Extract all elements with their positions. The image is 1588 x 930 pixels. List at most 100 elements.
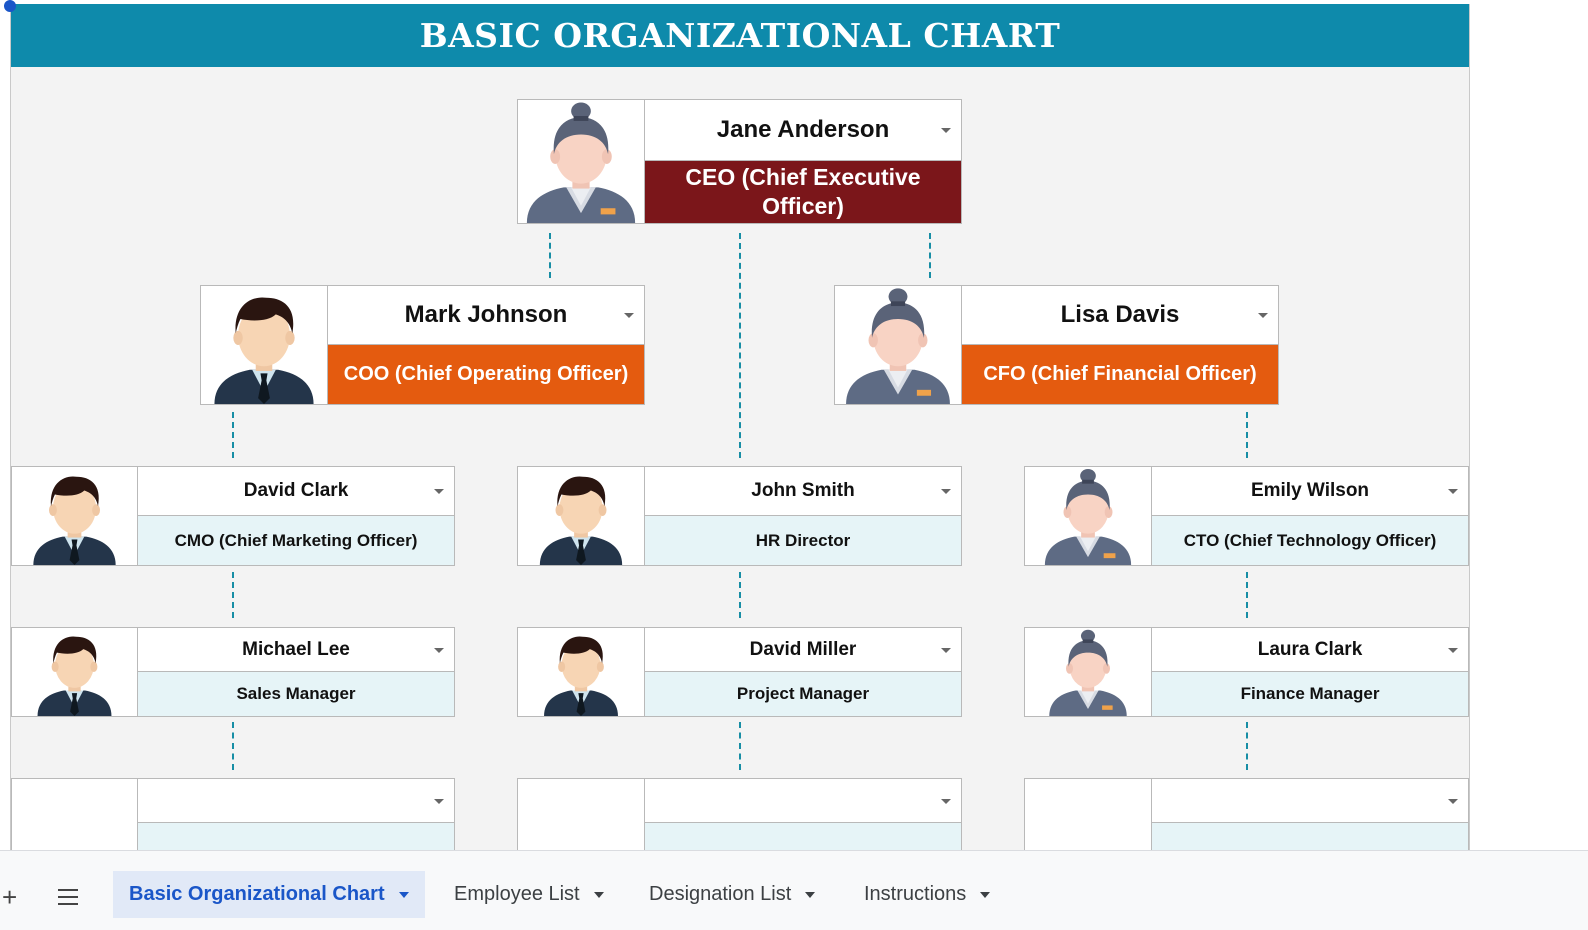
org-card-sales: Michael Lee Sales Manager xyxy=(11,627,455,717)
designation-text: Sales Manager xyxy=(236,684,356,703)
chevron-down-icon[interactable] xyxy=(434,798,444,804)
designation-text: Finance Manager xyxy=(1240,684,1380,703)
connector-line xyxy=(739,572,741,618)
chevron-down-icon[interactable] xyxy=(980,891,991,898)
org-card-empty xyxy=(1024,778,1469,850)
designation-cell: CFO (Chief Financial Officer) xyxy=(961,344,1279,405)
org-card-finance: Laura Clark Finance Manager xyxy=(1024,627,1469,717)
employee-name: David Miller xyxy=(749,638,857,660)
chevron-down-icon[interactable] xyxy=(434,489,444,494)
chevron-down-icon[interactable] xyxy=(1448,647,1458,653)
chevron-down-icon[interactable] xyxy=(398,891,409,898)
designation-cell: CMO (Chief Marketing Officer) xyxy=(137,515,455,566)
employee-name-dropdown[interactable]: Michael Lee xyxy=(137,627,455,672)
avatar-placeholder xyxy=(517,778,645,850)
org-card-cfo: Lisa Davis CFO (Chief Financial Officer) xyxy=(834,285,1279,405)
tab-employee-list[interactable]: Employee List xyxy=(438,871,620,918)
employee-name: David Clark xyxy=(243,480,349,501)
avatar-placeholder xyxy=(11,778,138,850)
designation-cell: COO (Chief Operating Officer) xyxy=(327,344,645,405)
sheet-tab-bar: + Basic Organizational Chart Employee Li… xyxy=(0,850,1588,930)
selection-handle[interactable] xyxy=(4,0,16,12)
tab-label: Basic Organizational Chart xyxy=(129,883,385,905)
chevron-down-icon[interactable] xyxy=(1448,489,1458,494)
employee-name: Emily Wilson xyxy=(1250,480,1370,501)
designation-text: CEO (Chief Executive Officer) xyxy=(685,164,921,219)
chevron-down-icon[interactable] xyxy=(434,647,444,653)
employee-name-dropdown[interactable]: Mark Johnson xyxy=(327,285,645,345)
chevron-down-icon[interactable] xyxy=(941,489,951,494)
employee-name-dropdown[interactable]: Emily Wilson xyxy=(1151,466,1469,516)
female-avatar-icon xyxy=(834,285,962,405)
employee-name-dropdown[interactable] xyxy=(1151,778,1469,823)
designation-cell xyxy=(137,822,455,850)
employee-name-dropdown[interactable]: David Miller xyxy=(644,627,962,672)
avatar-placeholder xyxy=(1024,778,1152,850)
designation-text: CMO (Chief Marketing Officer) xyxy=(174,530,418,550)
employee-name-dropdown[interactable]: David Clark xyxy=(137,466,455,516)
designation-text: COO (Chief Operating Officer) xyxy=(343,363,629,385)
designation-cell: CTO (Chief Technology Officer) xyxy=(1151,515,1469,566)
designation-text: CFO (Chief Financial Officer) xyxy=(983,363,1257,385)
add-sheet-icon[interactable]: + xyxy=(2,884,17,910)
spreadsheet-grid: BASIC ORGANIZATIONAL CHART Jane Anderson… xyxy=(10,4,1470,850)
designation-cell xyxy=(644,822,962,850)
org-card-empty xyxy=(11,778,455,850)
chevron-down-icon[interactable] xyxy=(593,891,604,898)
male-avatar-icon xyxy=(517,627,645,717)
employee-name-dropdown[interactable]: John Smith xyxy=(644,466,962,516)
org-card-coo: Mark Johnson COO (Chief Operating Office… xyxy=(200,285,645,405)
connector-line xyxy=(1246,412,1248,458)
designation-cell: Sales Manager xyxy=(137,671,455,717)
chart-title: BASIC ORGANIZATIONAL CHART xyxy=(11,4,1469,67)
employee-name-dropdown[interactable] xyxy=(644,778,962,823)
chevron-down-icon[interactable] xyxy=(941,647,951,653)
org-card-empty xyxy=(517,778,962,850)
connector-line xyxy=(232,412,234,458)
employee-name-dropdown[interactable] xyxy=(137,778,455,823)
employee-name: Mark Johnson xyxy=(404,301,568,328)
connector-line xyxy=(1246,572,1248,618)
tab-instructions[interactable]: Instructions xyxy=(848,871,1006,918)
employee-name-dropdown[interactable]: Lisa Davis xyxy=(961,285,1279,345)
chevron-down-icon[interactable] xyxy=(624,313,634,318)
designation-text: CTO (Chief Technology Officer) xyxy=(1183,530,1437,550)
designation-cell xyxy=(1151,822,1469,850)
designation-cell: HR Director xyxy=(644,515,962,566)
designation-cell: CEO (Chief Executive Officer) xyxy=(644,160,962,224)
org-card-ceo: Jane Anderson CEO (Chief Executive Offic… xyxy=(517,99,962,224)
employee-name: Michael Lee xyxy=(242,638,350,660)
connector-line xyxy=(739,233,741,458)
connector-line xyxy=(1246,722,1248,770)
female-avatar-icon xyxy=(1024,466,1152,566)
female-avatar-icon xyxy=(517,99,645,224)
employee-name: Jane Anderson xyxy=(716,116,890,143)
tab-designation-list[interactable]: Designation List xyxy=(633,871,831,918)
designation-cell: Project Manager xyxy=(644,671,962,717)
org-card-cto: Emily Wilson CTO (Chief Technology Offic… xyxy=(1024,466,1469,566)
male-avatar-icon xyxy=(11,627,138,717)
chevron-down-icon[interactable] xyxy=(1448,798,1458,804)
employee-name: Lisa Davis xyxy=(1060,301,1180,328)
org-card-cmo: David Clark CMO (Chief Marketing Officer… xyxy=(11,466,455,566)
male-avatar-icon xyxy=(517,466,645,566)
tab-basic-organizational-chart[interactable]: Basic Organizational Chart xyxy=(113,871,425,918)
all-sheets-menu-icon[interactable] xyxy=(58,889,78,910)
employee-name: John Smith xyxy=(751,480,855,501)
chevron-down-icon[interactable] xyxy=(941,798,951,804)
employee-name: Laura Clark xyxy=(1257,638,1363,660)
connector-line xyxy=(549,233,551,278)
male-avatar-icon xyxy=(11,466,138,566)
female-avatar-icon xyxy=(1024,627,1152,717)
chevron-down-icon[interactable] xyxy=(805,891,816,898)
chevron-down-icon[interactable] xyxy=(1258,313,1268,318)
org-card-pm: David Miller Project Manager xyxy=(517,627,962,717)
employee-name-dropdown[interactable]: Laura Clark xyxy=(1151,627,1469,672)
connector-line xyxy=(232,572,234,618)
org-card-hr: John Smith HR Director xyxy=(517,466,962,566)
chevron-down-icon[interactable] xyxy=(941,128,951,133)
male-avatar-icon xyxy=(200,285,328,405)
employee-name-dropdown[interactable]: Jane Anderson xyxy=(644,99,962,161)
designation-cell: Finance Manager xyxy=(1151,671,1469,717)
connector-line xyxy=(232,722,234,770)
